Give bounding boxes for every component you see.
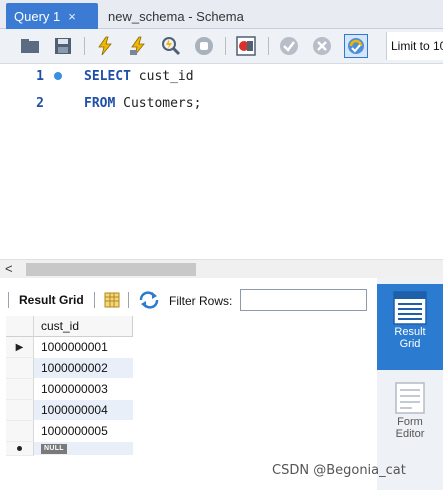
grid-cell[interactable]: 1000000004 bbox=[34, 400, 133, 421]
result-grid-button-label: Result bbox=[394, 326, 426, 338]
code-line: 1 SELECT cust_id bbox=[0, 65, 194, 87]
row-header[interactable] bbox=[6, 442, 34, 456]
result-panel: Result Grid Filter Rows: cust_id ▶ 10000… bbox=[0, 278, 443, 490]
stop-icon[interactable] bbox=[194, 36, 214, 56]
sql-identifier: cust_id bbox=[130, 68, 194, 84]
grid-header-row: cust_id bbox=[6, 316, 133, 337]
rollback-icon[interactable] bbox=[312, 36, 332, 56]
code-text: SELECT cust_id bbox=[84, 69, 194, 84]
watermark: CSDN @Begonia_cat bbox=[272, 463, 406, 478]
table-row[interactable]: ▶ 1000000001 bbox=[6, 337, 133, 358]
result-grid-icon bbox=[392, 290, 428, 326]
form-editor-icon bbox=[392, 380, 428, 416]
row-header[interactable] bbox=[6, 358, 34, 379]
editor-horizontal-scrollbar[interactable]: < bbox=[0, 259, 443, 278]
row-header[interactable] bbox=[6, 400, 34, 421]
result-grid: cust_id ▶ 1000000001 1000000002 10000000… bbox=[6, 316, 133, 456]
corner-cell[interactable] bbox=[6, 316, 34, 337]
tab-new-schema[interactable]: new_schema - Schema bbox=[100, 3, 252, 29]
column-header-cust-id[interactable]: cust_id bbox=[34, 316, 133, 337]
grid-cell[interactable]: NULL bbox=[34, 442, 133, 456]
toolbar-separator bbox=[84, 37, 85, 55]
save-icon[interactable] bbox=[53, 36, 73, 56]
toolbar-separator bbox=[225, 37, 226, 55]
code-line: 2 FROM Customers; bbox=[0, 92, 201, 114]
result-grid-label: Result Grid bbox=[19, 293, 84, 307]
code-text: FROM Customers; bbox=[84, 96, 201, 111]
refresh-icon[interactable] bbox=[138, 291, 160, 309]
toggle-error-icon[interactable] bbox=[236, 36, 256, 56]
scroll-left-icon[interactable]: < bbox=[5, 261, 13, 276]
tab-query-1[interactable]: Query 1 × bbox=[6, 3, 98, 29]
sql-keyword: SELECT bbox=[84, 68, 131, 84]
sql-identifier: Customers; bbox=[115, 95, 202, 111]
result-grid-button[interactable]: Result Grid bbox=[377, 284, 443, 370]
current-row-icon[interactable]: ▶ bbox=[6, 337, 34, 358]
form-editor-button-label: Form bbox=[397, 416, 423, 428]
execute-icon[interactable] bbox=[95, 36, 115, 56]
execute-current-icon[interactable] bbox=[128, 36, 148, 56]
tab-label: Query 1 bbox=[14, 8, 61, 24]
grid-cell[interactable]: 1000000005 bbox=[34, 421, 133, 442]
line-number: 1 bbox=[36, 68, 44, 84]
toolbar-separator bbox=[94, 292, 95, 308]
editor-tab-bar: Query 1 × new_schema - Schema bbox=[0, 0, 443, 29]
table-row[interactable]: 1000000005 bbox=[6, 421, 133, 442]
sql-toolbar: Limit to 10 bbox=[0, 29, 443, 64]
explain-icon[interactable] bbox=[161, 36, 181, 56]
commit-icon[interactable] bbox=[279, 36, 299, 56]
filter-rows-input[interactable] bbox=[240, 289, 367, 311]
new-row[interactable]: NULL bbox=[6, 442, 133, 456]
grid-cell[interactable]: 1000000002 bbox=[34, 358, 133, 379]
grid-cell[interactable]: 1000000003 bbox=[34, 379, 133, 400]
form-editor-button[interactable]: Form Editor bbox=[377, 374, 443, 454]
table-row[interactable]: 1000000002 bbox=[6, 358, 133, 379]
tab-label: new_schema - Schema bbox=[108, 8, 244, 24]
limit-rows-select[interactable]: Limit to 10 bbox=[386, 32, 443, 60]
autocommit-icon[interactable] bbox=[344, 34, 368, 58]
statement-marker-icon bbox=[54, 72, 62, 80]
form-editor-button-label: Editor bbox=[395, 428, 425, 440]
toolbar-separator bbox=[8, 292, 9, 308]
scrollbar-thumb[interactable] bbox=[26, 263, 196, 276]
new-row-icon bbox=[17, 446, 22, 451]
sql-editor[interactable]: 1 SELECT cust_id 2 FROM Customers; bbox=[0, 64, 443, 259]
line-number: 2 bbox=[36, 95, 44, 111]
open-folder-icon[interactable] bbox=[20, 36, 40, 56]
toolbar-separator bbox=[128, 292, 129, 308]
row-header[interactable] bbox=[6, 421, 34, 442]
result-grid-button-label: Grid bbox=[399, 338, 421, 350]
null-badge: NULL bbox=[41, 443, 67, 454]
grid-cell[interactable]: 1000000001 bbox=[34, 337, 133, 358]
grid-layout-icon[interactable] bbox=[104, 292, 120, 308]
row-header[interactable] bbox=[6, 379, 34, 400]
table-row[interactable]: 1000000004 bbox=[6, 400, 133, 421]
filter-rows-label: Filter Rows: bbox=[169, 294, 233, 308]
toolbar-separator bbox=[268, 37, 269, 55]
sql-keyword: FROM bbox=[84, 95, 116, 111]
table-row[interactable]: 1000000003 bbox=[6, 379, 133, 400]
result-toolbar: Result Grid Filter Rows: bbox=[0, 284, 377, 314]
close-tab-icon[interactable]: × bbox=[68, 9, 76, 24]
result-side-panel: Result Grid Form Editor bbox=[377, 278, 443, 490]
